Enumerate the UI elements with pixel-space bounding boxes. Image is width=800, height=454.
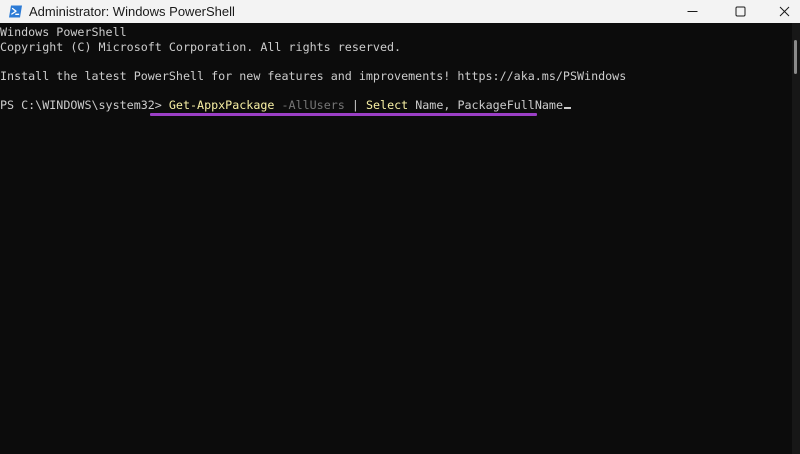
console-line: Install the latest PowerShell for new fe… [0, 69, 627, 83]
text-cursor [564, 107, 571, 109]
prompt: PS C:\WINDOWS\system32> [0, 98, 169, 112]
console-line: Copyright (C) Microsoft Corporation. All… [0, 40, 402, 54]
console-output[interactable]: Windows PowerShell Copyright (C) Microso… [0, 23, 792, 454]
title-bar[interactable]: Administrator: Windows PowerShell [0, 0, 800, 23]
window-title: Administrator: Windows PowerShell [29, 4, 235, 19]
select-token: Select [365, 98, 409, 112]
close-button[interactable] [762, 0, 800, 23]
vertical-scrollbar[interactable] [792, 23, 800, 454]
minimize-icon [687, 6, 698, 17]
close-icon [779, 6, 790, 17]
maximize-icon [735, 6, 746, 17]
minimize-button[interactable] [670, 0, 714, 23]
parameter-token: -AllUsers [274, 98, 345, 112]
console-line: Windows PowerShell [0, 25, 127, 39]
maximize-button[interactable] [718, 0, 762, 23]
command-line[interactable]: PS C:\WINDOWS\system32> Get-AppxPackage … [0, 98, 571, 113]
pipe-token: | [344, 98, 366, 112]
powershell-icon [8, 4, 23, 19]
powershell-window: Administrator: Windows PowerShell Window… [0, 0, 800, 454]
cmdlet-token: Get-AppxPackage [168, 98, 275, 112]
scrollbar-thumb[interactable] [794, 40, 797, 74]
highlight-underline [150, 113, 537, 116]
arguments-token: Name, PackageFullName [408, 98, 563, 112]
